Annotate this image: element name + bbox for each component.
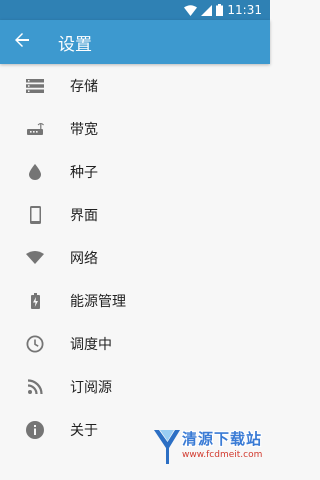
settings-item-seeds[interactable]: 种子 (0, 150, 270, 193)
arrow-back-icon (14, 32, 30, 52)
settings-item-label: 关于 (70, 422, 98, 439)
back-button[interactable] (0, 20, 44, 64)
status-bar: 11:31 (0, 0, 270, 20)
settings-item-label: 带宽 (70, 121, 98, 138)
phone-icon (24, 204, 46, 226)
rss-icon (24, 376, 46, 398)
settings-item-interface[interactable]: 界面 (0, 193, 270, 236)
wifi-signal-icon (184, 4, 198, 16)
battery-status-icon (216, 4, 224, 16)
settings-item-feeds[interactable]: 订阅源 (0, 365, 270, 408)
settings-item-label: 种子 (70, 164, 98, 181)
battery-icon (24, 290, 46, 312)
watermark-url: www.fcdmeit.com (182, 450, 263, 460)
status-time: 11:31 (227, 3, 262, 17)
settings-item-label: 订阅源 (70, 379, 112, 396)
app-toolbar: 设置 (0, 20, 270, 64)
settings-item-bandwidth[interactable]: 带宽 (0, 107, 270, 150)
watermark-logo-icon (152, 426, 182, 470)
settings-item-label: 调度中 (70, 336, 112, 353)
clock-icon (24, 333, 46, 355)
cell-signal-icon (201, 4, 213, 16)
settings-item-storage[interactable]: 存储 (0, 64, 270, 107)
router-icon (24, 118, 46, 140)
watermark-name: 清源下载站 (182, 430, 263, 448)
storage-icon (24, 75, 46, 97)
settings-item-network[interactable]: 网络 (0, 236, 270, 279)
settings-item-label: 存储 (70, 78, 98, 95)
page-title: 设置 (58, 34, 92, 55)
info-icon (24, 419, 46, 441)
wifi-icon (24, 247, 46, 269)
seed-drop-icon (24, 161, 46, 183)
settings-item-schedule[interactable]: 调度中 (0, 322, 270, 365)
settings-item-power[interactable]: 能源管理 (0, 279, 270, 322)
settings-list: 存储 带宽 种子 界面 网络 能源管理 调度中 订阅源 关于 (0, 64, 270, 451)
settings-item-label: 网络 (70, 250, 98, 267)
settings-item-label: 能源管理 (70, 293, 126, 310)
settings-item-label: 界面 (70, 207, 98, 224)
watermark: 清源下载站 www.fcdmeit.com (152, 426, 264, 470)
